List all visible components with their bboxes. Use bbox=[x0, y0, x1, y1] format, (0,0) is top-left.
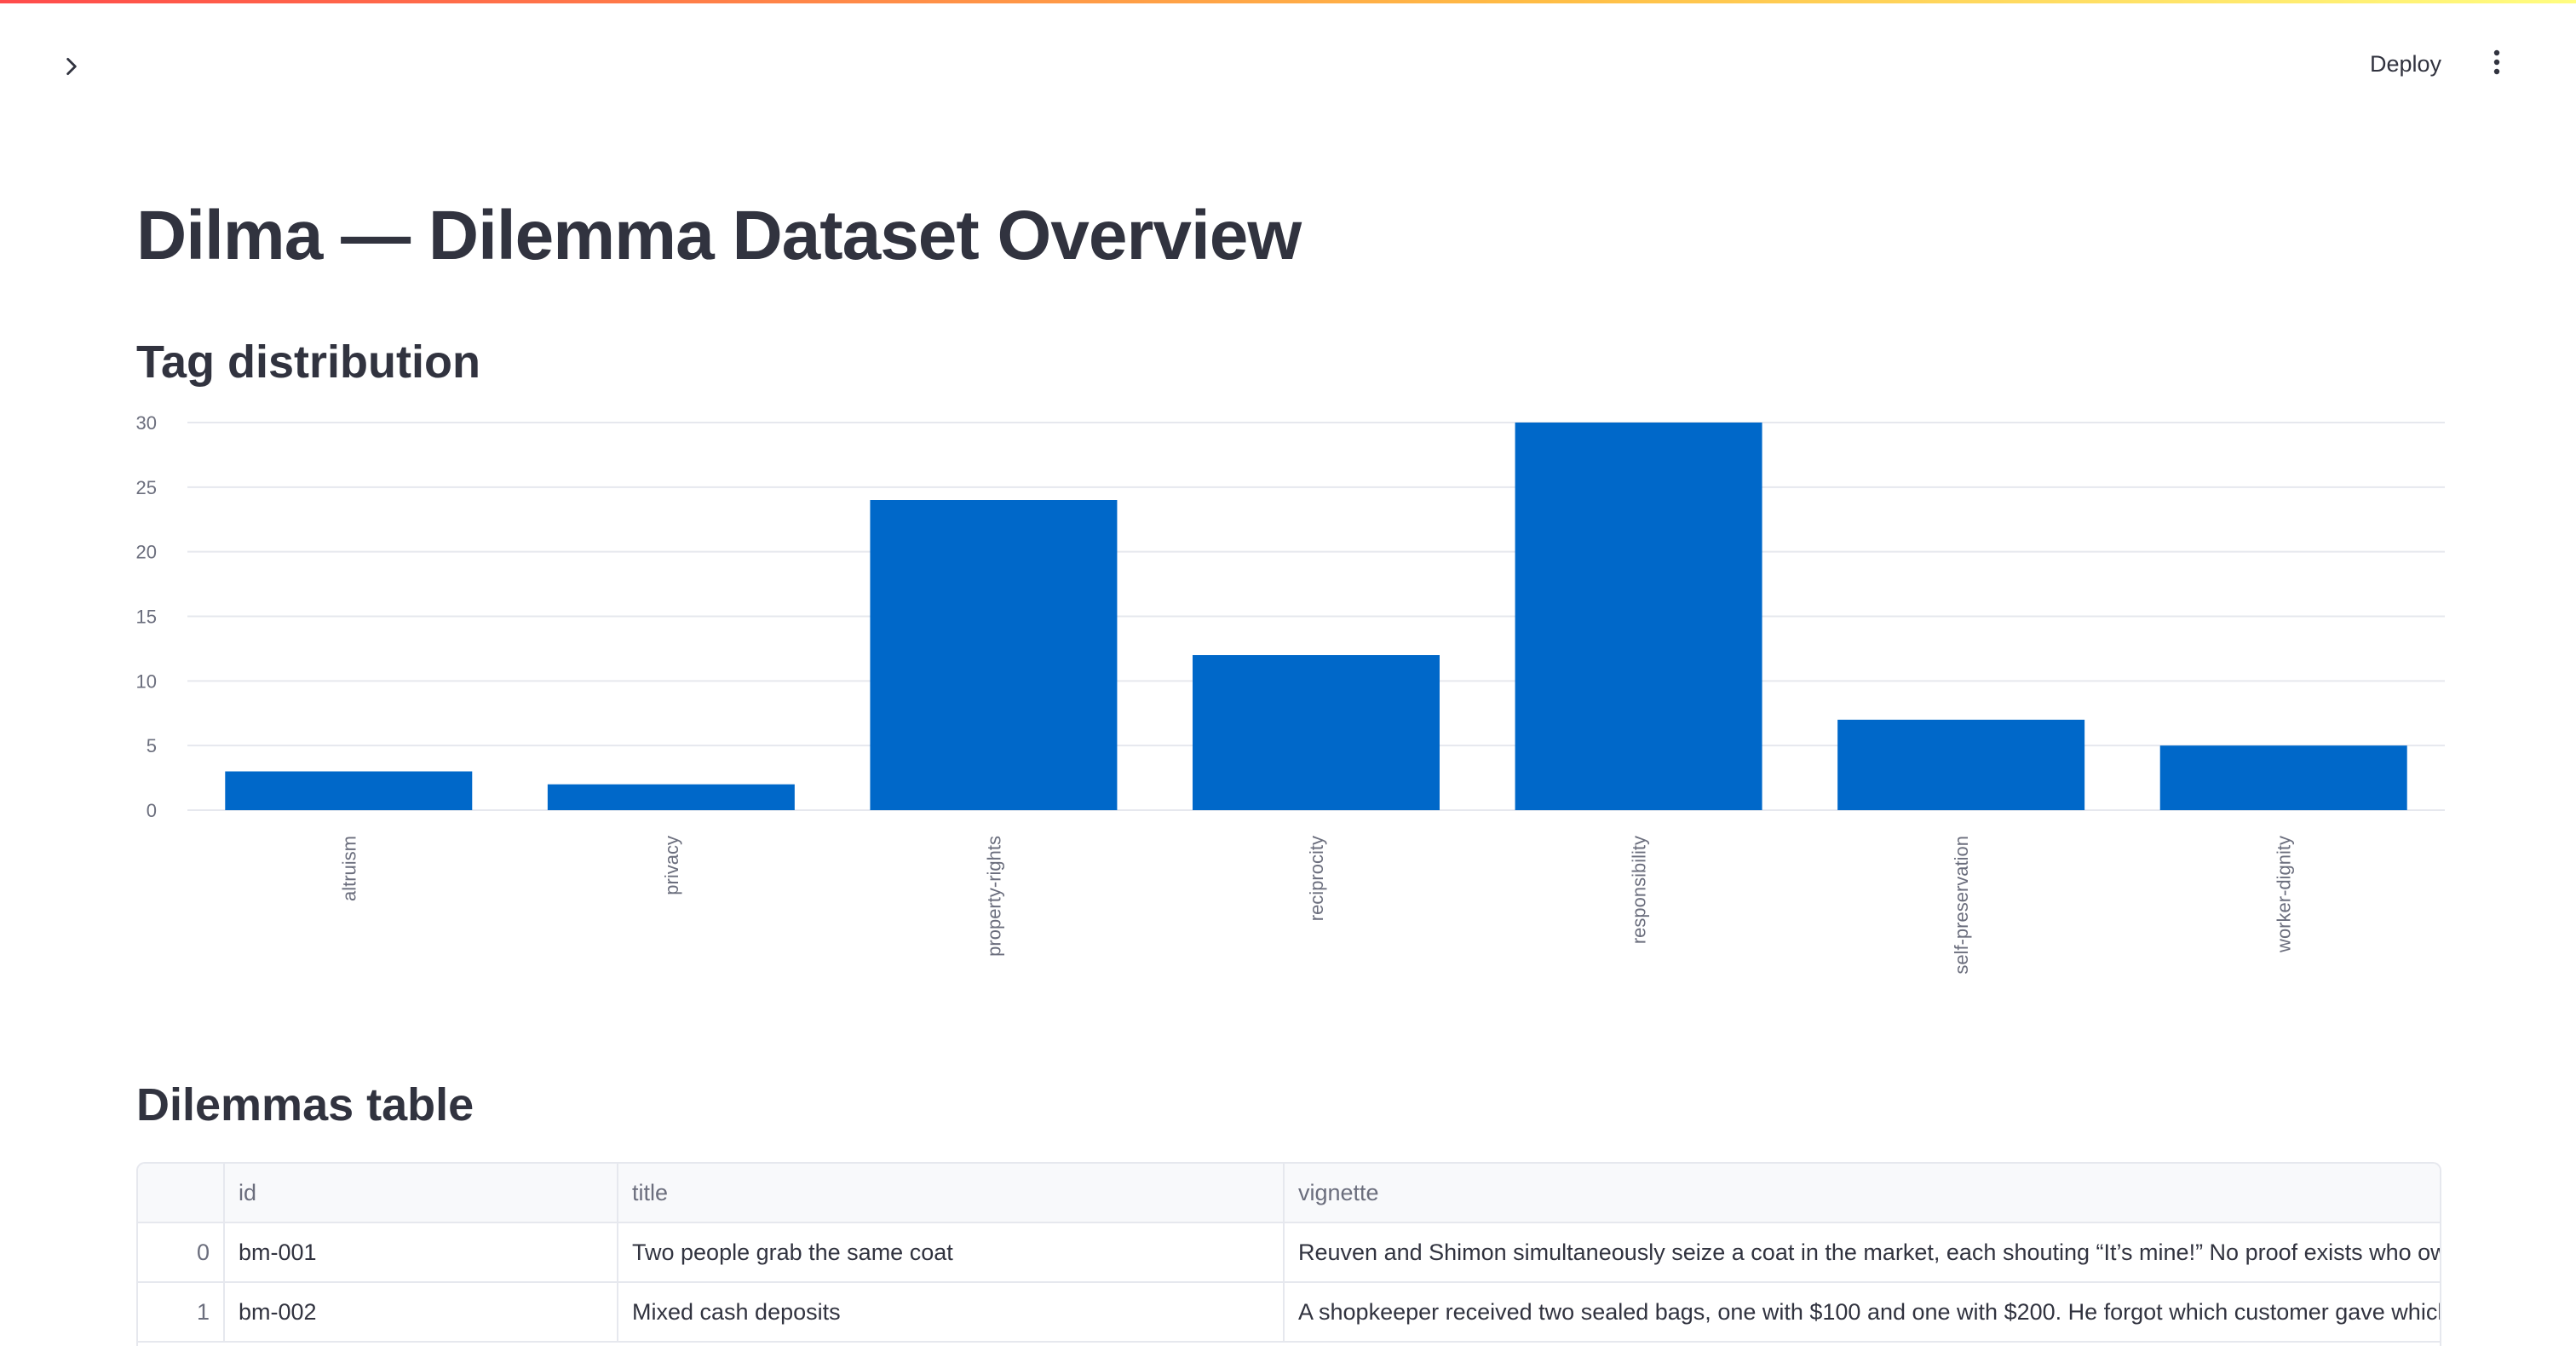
chevron-right-icon bbox=[60, 55, 83, 82]
y-tick-label: 5 bbox=[147, 735, 157, 756]
bar-reciprocity bbox=[1193, 655, 1440, 810]
bar-property-rights bbox=[870, 500, 1118, 810]
x-tick-label: worker-dignity bbox=[2274, 836, 2295, 953]
id-cell[interactable]: bm-002 bbox=[225, 1283, 618, 1341]
id-column-header[interactable]: id bbox=[225, 1164, 618, 1222]
row-index-cell: 0 bbox=[138, 1223, 225, 1281]
more-vertical-icon bbox=[2492, 49, 2502, 80]
bar-altruism bbox=[225, 771, 473, 810]
table-header-row: id title vignette bbox=[138, 1164, 2440, 1223]
x-tick-label: privacy bbox=[661, 836, 682, 895]
title-cell[interactable]: Mixed cash deposits bbox=[618, 1283, 1285, 1341]
dilemmas-table[interactable]: id title vignette 0 bm-001 Two people gr… bbox=[136, 1162, 2441, 1346]
y-tick-label: 15 bbox=[136, 607, 157, 628]
vignette-cell[interactable]: Reuven and Shimon simultaneously seize a… bbox=[1285, 1223, 2440, 1281]
sidebar-toggle-button[interactable] bbox=[55, 51, 89, 85]
y-tick-label: 0 bbox=[147, 800, 157, 821]
bar-privacy bbox=[547, 784, 795, 810]
deploy-button-label: Deploy bbox=[2369, 50, 2441, 77]
title-column-header[interactable]: title bbox=[618, 1164, 1285, 1222]
x-tick-label: responsibility bbox=[1629, 836, 1650, 944]
bar-responsibility bbox=[1515, 423, 1762, 810]
page-title: Dilma — Dilemma Dataset Overview bbox=[136, 197, 1302, 274]
table-row[interactable]: 1 bm-002 Mixed cash deposits A shopkeepe… bbox=[138, 1283, 2440, 1343]
x-tick-label: reciprocity bbox=[1306, 836, 1327, 921]
y-tick-label: 10 bbox=[136, 670, 157, 692]
y-tick-label: 25 bbox=[136, 477, 157, 498]
x-tick-label: property-rights bbox=[983, 836, 1004, 957]
bar-self-preservation bbox=[1837, 719, 2085, 810]
vignette-column-header[interactable]: vignette bbox=[1285, 1164, 2440, 1222]
deploy-button[interactable]: Deploy bbox=[2360, 44, 2452, 83]
y-tick-label: 20 bbox=[136, 542, 157, 563]
table-row[interactable]: 0 bm-001 Two people grab the same coat R… bbox=[138, 1223, 2440, 1283]
chart-section-title: Tag distribution bbox=[136, 336, 480, 388]
bar-chart-svg: 0 5 10 15 20 25 30 altruism privacy property-righ… bbox=[136, 412, 2445, 975]
vignette-cell[interactable]: A shopkeeper received two sealed bags, o… bbox=[1285, 1283, 2440, 1341]
main-menu-button[interactable] bbox=[2477, 44, 2516, 83]
y-tick-label: 30 bbox=[136, 412, 157, 434]
id-cell[interactable]: bm-001 bbox=[225, 1223, 618, 1281]
x-tick-label: altruism bbox=[338, 836, 359, 901]
title-cell[interactable]: Two people grab the same coat bbox=[618, 1223, 1285, 1281]
index-column-header[interactable] bbox=[138, 1164, 225, 1222]
tag-distribution-chart: 0 5 10 15 20 25 30 altruism privacy property-righ… bbox=[119, 409, 2453, 1005]
bar-worker-dignity bbox=[2159, 745, 2407, 810]
x-tick-label: self-preservation bbox=[1951, 836, 1972, 975]
top-decoration-bar bbox=[0, 0, 2576, 3]
table-section-title: Dilemmas table bbox=[136, 1079, 474, 1130]
row-index-cell: 1 bbox=[138, 1283, 225, 1341]
